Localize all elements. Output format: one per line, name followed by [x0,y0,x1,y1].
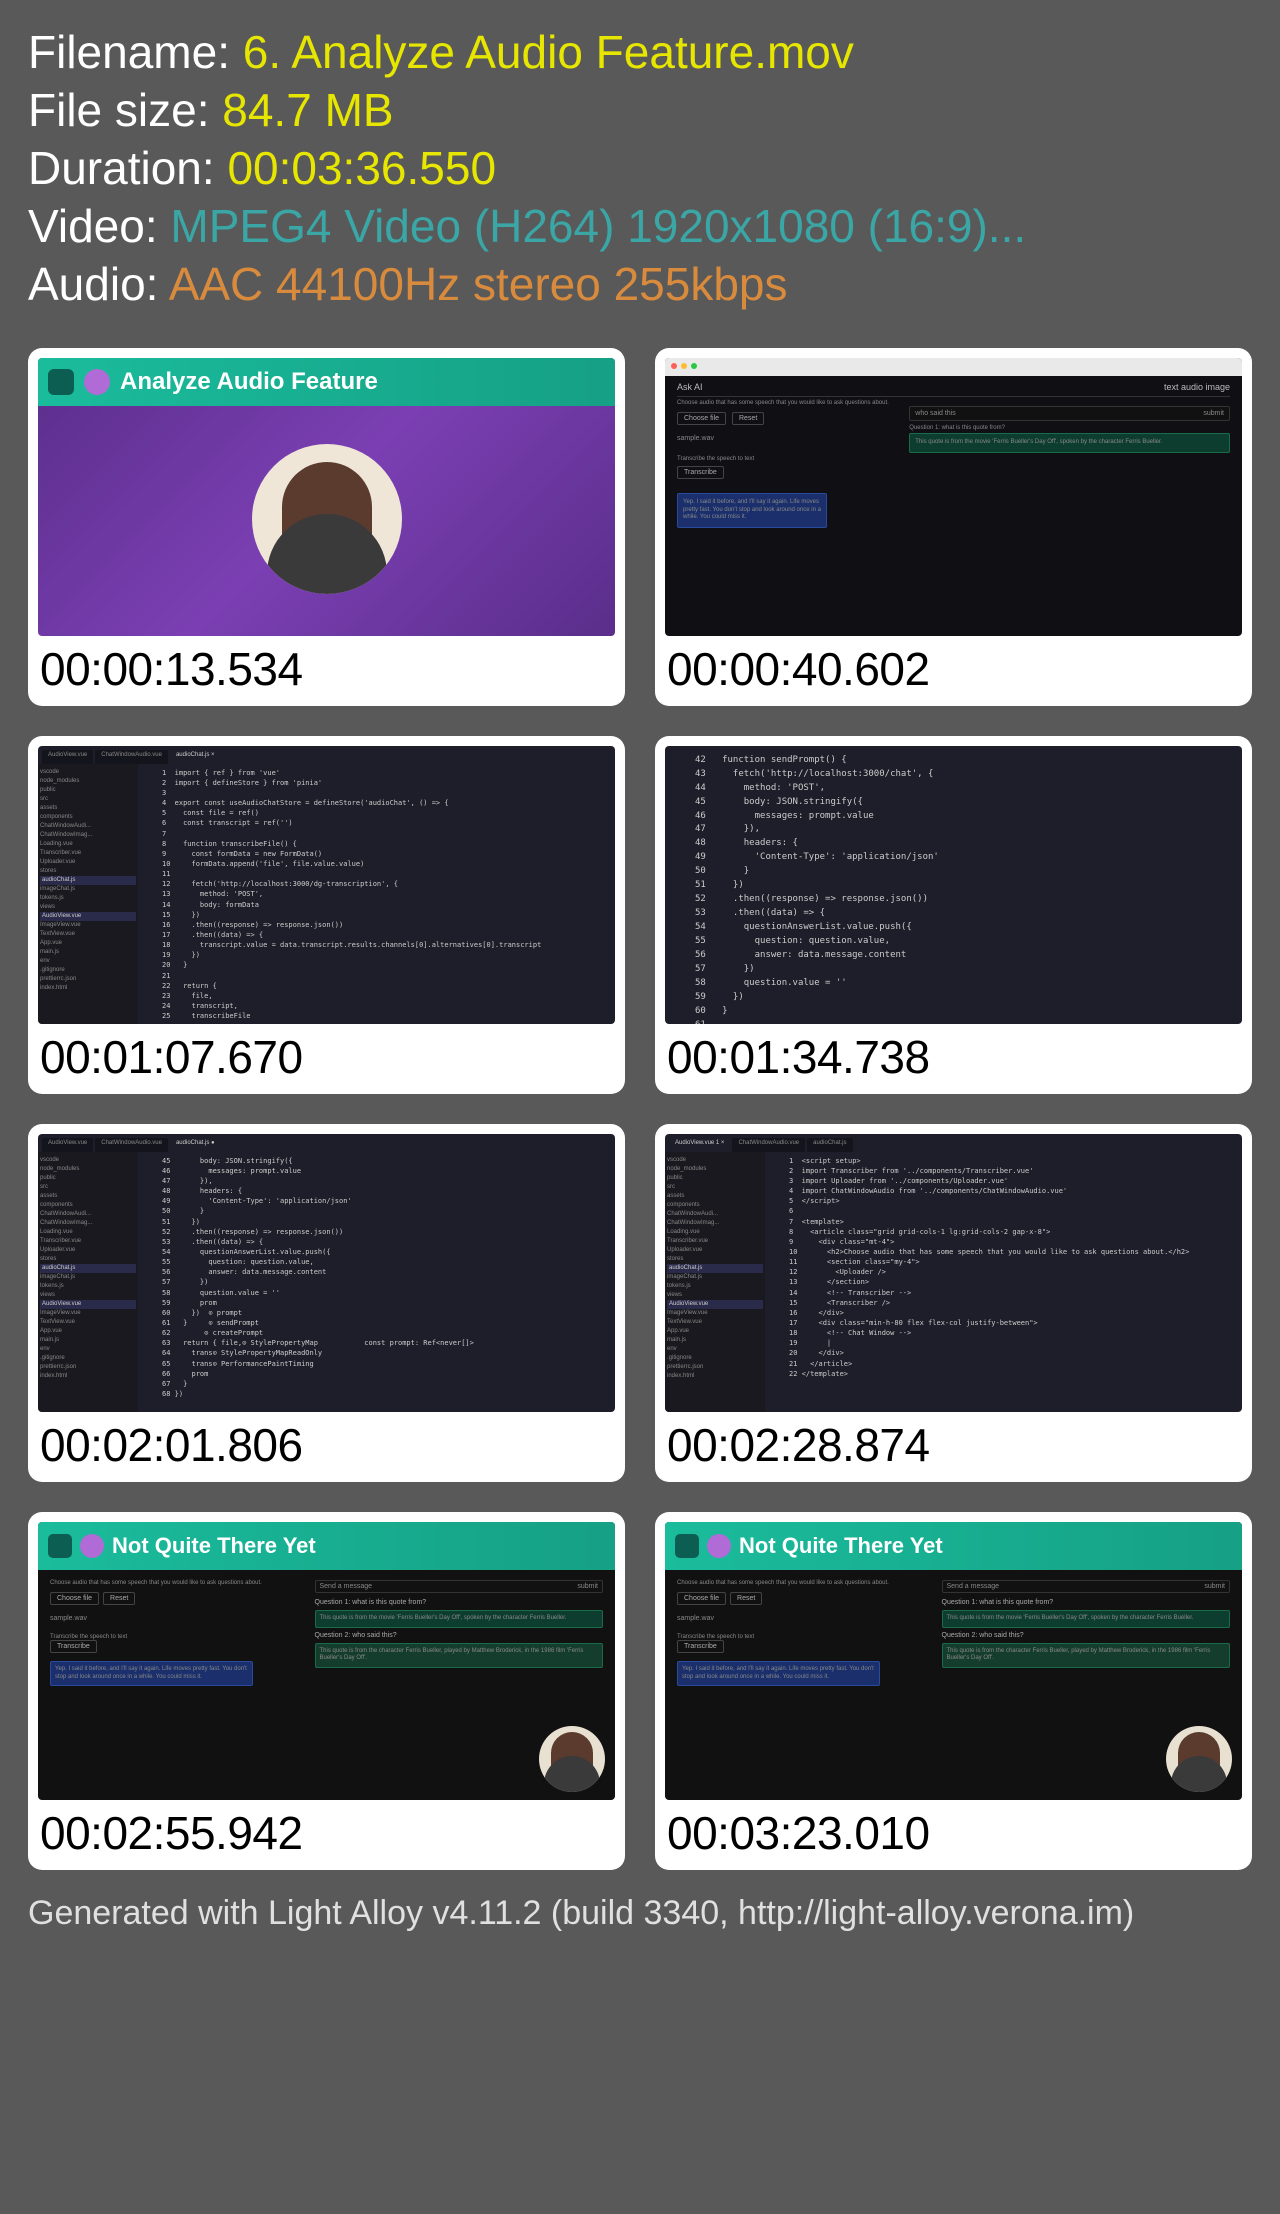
code-editor: 45 body: JSON.stringify({ 46 messages: p… [138,1152,615,1412]
app-tabs: text audio image [1164,382,1230,392]
timestamp: 00:02:01.806 [38,1412,615,1472]
transcribe-label: Transcribe the speech to text [677,456,898,462]
audio-label: Audio: [28,258,169,310]
code-editor: 42 function sendPrompt() { 43 fetch('htt… [665,750,1242,1024]
filesize-label: File size: [28,84,222,136]
thumbnail-image: Analyze Audio Feature [38,358,615,636]
reset-button: Reset [732,412,764,425]
slide-title: Not Quite There Yet [739,1533,943,1559]
chat-input: who said this [915,410,955,417]
audio-value: AAC 44100Hz stereo 255kbps [169,258,788,310]
file-name: sample.wav [677,435,898,442]
presenter-pip [539,1726,605,1792]
file-metadata: Filename: 6. Analyze Audio Feature.mov F… [0,0,1280,324]
filesize-value: 84.7 MB [222,84,393,136]
question-header: Question 1: what is this quote from? [909,425,1230,431]
timestamp: 00:03:23.010 [665,1800,1242,1860]
transcript-box: Yep. I said it before, and I'll say it a… [677,493,827,528]
code-editor: 1 import { ref } from 'vue' 2 import { d… [138,764,615,1024]
thumbnail-image: AudioView.vueChatWindowAudio.vueaudioCha… [38,1134,615,1412]
presenter-pip [1166,1726,1232,1792]
thumbnail-grid: Analyze Audio Feature 00:00:13.534 Ask A… [0,324,1280,1880]
timestamp: 00:00:13.534 [38,636,615,696]
thumbnail-card[interactable]: Not Quite There Yet Choose audio that ha… [655,1512,1252,1870]
thumbnail-card[interactable]: 42 function sendPrompt() { 43 fetch('htt… [655,736,1252,1094]
timestamp: 00:02:55.942 [38,1800,615,1860]
code-editor: 1 <script setup> 2 import Transcriber fr… [765,1152,1242,1412]
thumbnail-image: AudioView.vue 1 ×ChatWindowAudio.vueaudi… [665,1134,1242,1412]
duration-value: 00:03:36.550 [227,142,496,194]
transcribe-button: Transcribe [677,466,724,479]
app-title: Ask AI [677,382,703,392]
timestamp: 00:02:28.874 [665,1412,1242,1472]
slide-title: Not Quite There Yet [112,1533,316,1559]
choose-file-button: Choose file [677,412,726,425]
thumbnail-card[interactable]: AudioView.vueChatWindowAudio.vueaudioCha… [28,1124,625,1482]
generator-footer: Generated with Light Alloy v4.11.2 (buil… [0,1880,1280,1947]
thumbnail-image: 42 function sendPrompt() { 43 fetch('htt… [665,746,1242,1024]
filename-label: Filename: [28,26,243,78]
thumbnail-image: Not Quite There Yet Choose audio that ha… [665,1522,1242,1800]
file-tree: vscodenode_modulespublicsrc assets compo… [38,1152,138,1412]
timestamp: 00:01:34.738 [665,1024,1242,1084]
submit-button: submit [1203,410,1224,417]
thumbnail-card[interactable]: Analyze Audio Feature 00:00:13.534 [28,348,625,706]
slide-title: Analyze Audio Feature [120,368,378,396]
instruction-text: Choose audio that has some speech that y… [677,400,898,406]
presenter-avatar [252,444,402,594]
thumbnail-card[interactable]: AudioView.vueChatWindowAudio.vueaudioCha… [28,736,625,1094]
duration-label: Duration: [28,142,227,194]
timestamp: 00:01:07.670 [38,1024,615,1084]
thumbnail-card[interactable]: AudioView.vue 1 ×ChatWindowAudio.vueaudi… [655,1124,1252,1482]
thumbnail-image: Not Quite There Yet Choose audio that ha… [38,1522,615,1800]
answer-box: This quote is from the movie 'Ferris Bue… [909,433,1230,453]
timestamp: 00:00:40.602 [665,636,1242,696]
file-tree: vscodenode_modulespublicsrc assets compo… [38,764,138,1024]
file-tree: vscodenode_modulespublicsrc assets compo… [665,1152,765,1412]
video-label: Video: [28,200,170,252]
thumbnail-card[interactable]: Not Quite There Yet Choose audio that ha… [28,1512,625,1870]
filename-value: 6. Analyze Audio Feature.mov [243,26,854,78]
thumbnail-image: Ask AI text audio image Choose audio that… [665,358,1242,636]
thumbnail-image: AudioView.vueChatWindowAudio.vueaudioCha… [38,746,615,1024]
video-value: MPEG4 Video (H264) 1920x1080 (16:9)... [170,200,1026,252]
thumbnail-card[interactable]: Ask AI text audio image Choose audio that… [655,348,1252,706]
